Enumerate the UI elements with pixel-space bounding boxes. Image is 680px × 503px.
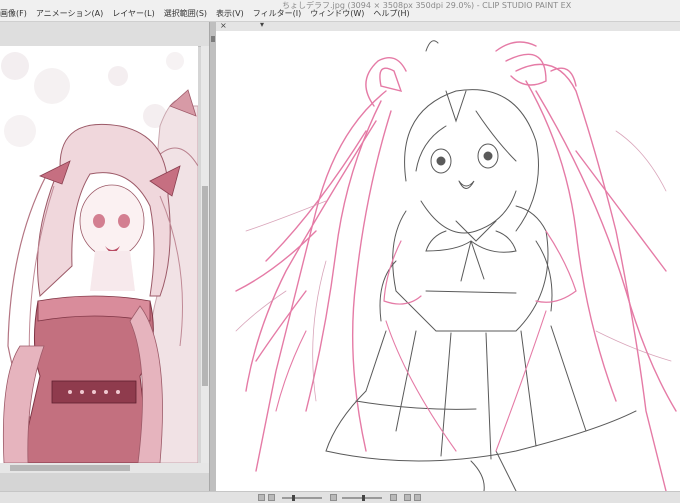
sketch-illustration — [235, 40, 677, 491]
menu-item-selection[interactable]: 選択範囲(S) — [164, 8, 207, 19]
chevron-down-icon[interactable]: ▾ — [260, 20, 264, 29]
menu-item-filter[interactable]: フィルター(I) — [253, 8, 301, 19]
drawing-canvas[interactable] — [216, 31, 680, 491]
menu-item-animation[interactable]: アニメーション(A) — [36, 8, 103, 19]
menu-items: 画像(F) アニメーション(A) レイヤー(L) 選択範囲(S) 表示(V) フ… — [0, 8, 419, 19]
menu-item-help[interactable]: ヘルプ(H) — [373, 8, 409, 19]
menu-item-image[interactable]: 画像(F) — [0, 8, 27, 19]
panel-grip-icon[interactable] — [211, 36, 215, 42]
zoom-fit-button[interactable] — [268, 494, 275, 501]
close-icon[interactable]: × — [220, 21, 227, 30]
rotate-left-button[interactable] — [330, 494, 337, 501]
reference-illustration — [1, 52, 198, 463]
rotation-slider-knob[interactable] — [362, 495, 365, 501]
main-canvas-panel: × ▾ — [216, 20, 680, 491]
scroll-thumb[interactable] — [202, 186, 208, 386]
menu-item-window[interactable]: ウィンドウ(W) — [310, 8, 364, 19]
zoom-slider[interactable] — [282, 497, 322, 499]
reset-view-button[interactable] — [414, 494, 421, 501]
zoom-out-button[interactable] — [258, 494, 265, 501]
status-bar — [0, 491, 680, 503]
reference-horizontal-scrollbar[interactable] — [0, 463, 209, 473]
zoom-slider-knob[interactable] — [292, 495, 295, 501]
scroll-thumb[interactable] — [10, 465, 130, 471]
menu-item-view[interactable]: 表示(V) — [216, 8, 244, 19]
rotate-right-button[interactable] — [390, 494, 397, 501]
menu-bar: ちょしデラフ.jpg (3094 × 3508px 350dpi 29.0%) … — [0, 0, 680, 22]
panel-divider[interactable] — [209, 22, 216, 491]
reference-panel-tabbar — [0, 22, 209, 47]
reference-canvas[interactable] — [0, 46, 198, 463]
reference-panel — [0, 22, 209, 491]
reference-vertical-scrollbar[interactable] — [201, 46, 209, 463]
flip-button[interactable] — [404, 494, 411, 501]
menu-item-layer[interactable]: レイヤー(L) — [112, 8, 154, 19]
